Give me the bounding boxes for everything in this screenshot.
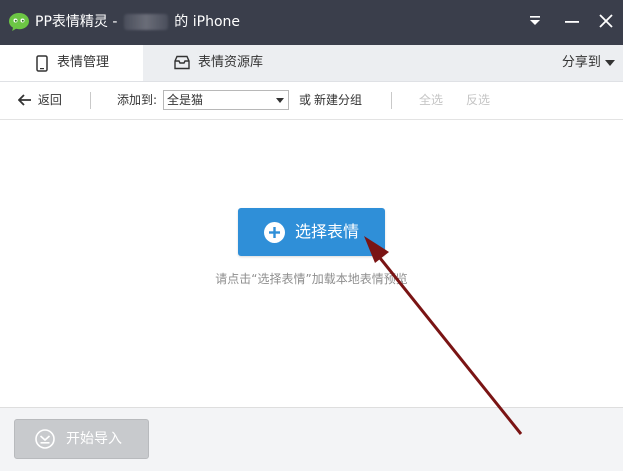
minimize-icon[interactable] [561, 10, 583, 32]
main-content: 选择表情 请点击“选择表情”加载本地表情预览 [0, 120, 623, 407]
add-to-label: 添加到: [117, 93, 158, 107]
tab-emoji-library[interactable]: 表情资源库 [143, 45, 293, 81]
close-icon[interactable] [595, 10, 617, 32]
or-label: 或 [299, 93, 312, 107]
caret-down-icon [605, 59, 615, 66]
share-label: 分享到 [561, 55, 601, 70]
select-all-button[interactable]: 全选 [419, 82, 443, 119]
download-circle-icon [35, 429, 55, 449]
title-suffix: 的 iPhone [174, 14, 241, 30]
title-bar: PP表情精灵 - 的 iPhone [0, 0, 623, 45]
tab-bar: 表情管理 表情资源库 [0, 45, 623, 82]
window-title: PP表情精灵 - 的 iPhone [35, 13, 240, 31]
start-import-button[interactable]: 开始导入 [14, 419, 149, 459]
share-to-button[interactable]: 分享到 [562, 45, 615, 81]
toolbar: 返回 添加到: 全是猫 或 新建分组 全选 反选 [0, 82, 623, 120]
back-label: 返回 [37, 93, 62, 107]
divider [391, 92, 392, 109]
plus-circle-icon [264, 222, 285, 243]
footer: 开始导入 [0, 407, 623, 471]
wechat-face-icon [9, 13, 29, 31]
menu-icon[interactable] [524, 10, 546, 32]
tab-emoji-management[interactable]: 表情管理 [0, 45, 143, 81]
tab-label: 表情资源库 [198, 55, 264, 70]
choose-emoji-label: 选择表情 [295, 222, 360, 241]
arrow-left-icon [17, 93, 31, 106]
start-import-label: 开始导入 [66, 431, 122, 447]
choose-emoji-button[interactable]: 选择表情 [238, 208, 385, 256]
title-prefix: PP表情精灵 - [35, 14, 118, 30]
redacted-device-name [123, 14, 168, 30]
group-select[interactable]: 全是猫 [163, 90, 289, 110]
invert-selection-button[interactable]: 反选 [466, 82, 490, 119]
group-select-value: 全是猫 [167, 93, 204, 107]
hint-text: 请点击“选择表情”加载本地表情预览 [215, 272, 408, 286]
phone-icon [36, 55, 48, 72]
back-button[interactable]: 返回 [17, 82, 62, 119]
tab-label: 表情管理 [57, 55, 110, 70]
divider [90, 92, 91, 109]
new-group-link[interactable]: 新建分组 [314, 82, 362, 119]
chevron-down-icon [276, 98, 284, 103]
inbox-icon [174, 55, 190, 70]
